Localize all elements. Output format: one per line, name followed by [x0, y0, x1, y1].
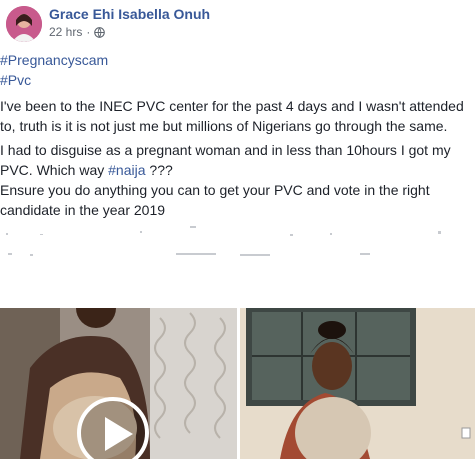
post-time[interactable]: 22 hrs [49, 25, 82, 39]
play-triangle [105, 417, 133, 451]
play-icon[interactable] [77, 397, 149, 459]
paragraph-2-text: I had to disguise as a pregnant woman an… [0, 142, 451, 178]
post-meta: 22 hrs · [49, 25, 106, 39]
avatar[interactable] [6, 6, 42, 42]
video-thumbnail[interactable] [0, 308, 237, 459]
author-name[interactable]: Grace Ehi Isabella Onuh [49, 6, 210, 22]
post-header: Grace Ehi Isabella Onuh 22 hrs · [0, 0, 475, 50]
globe-icon[interactable] [94, 26, 106, 38]
hashtag-naija[interactable]: #naija [108, 162, 145, 178]
photo-thumbnail[interactable] [240, 308, 475, 459]
post-paragraph-2: I had to disguise as a pregnant woman an… [0, 140, 472, 180]
post-paragraph-3: Ensure you do anything you can to get yo… [0, 182, 430, 218]
hashtag-pvc[interactable]: #Pvc [0, 72, 31, 88]
faded-text-artifacts [6, 226, 441, 256]
paragraph-2-end: ??? [145, 162, 173, 178]
post-paragraph-1: I've been to the INEC PVC center for the… [0, 98, 464, 134]
meta-separator: · [86, 25, 91, 39]
hashtag-pregnancyscam[interactable]: #Pregnancyscam [0, 52, 108, 68]
